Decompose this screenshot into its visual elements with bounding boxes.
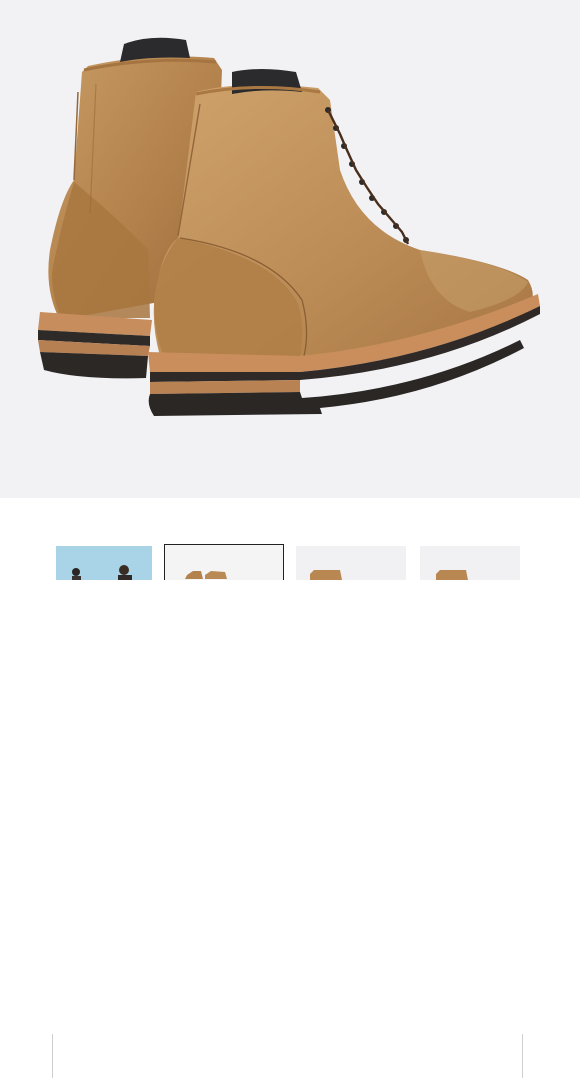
- gallery-right-divider: [522, 1034, 523, 1078]
- thumbnail-front-view[interactable]: [420, 546, 520, 580]
- thumbnail-side-view[interactable]: [296, 546, 406, 580]
- thumbnail-lifestyle[interactable]: [56, 546, 152, 580]
- product-main-image[interactable]: [0, 0, 580, 498]
- boots-thumbnail-icon: [185, 571, 227, 579]
- boot-front-thumbnail-icon: [436, 570, 468, 580]
- thumbnail-rear-view[interactable]: [164, 544, 284, 580]
- boot-side-thumbnail-icon: [310, 570, 342, 580]
- lifestyle-photo-icon: [56, 546, 152, 580]
- gallery-left-divider: [52, 1034, 53, 1078]
- boots-illustration: [38, 37, 540, 416]
- thumbnail-gallery: [0, 498, 580, 1078]
- right-boot: [148, 69, 540, 416]
